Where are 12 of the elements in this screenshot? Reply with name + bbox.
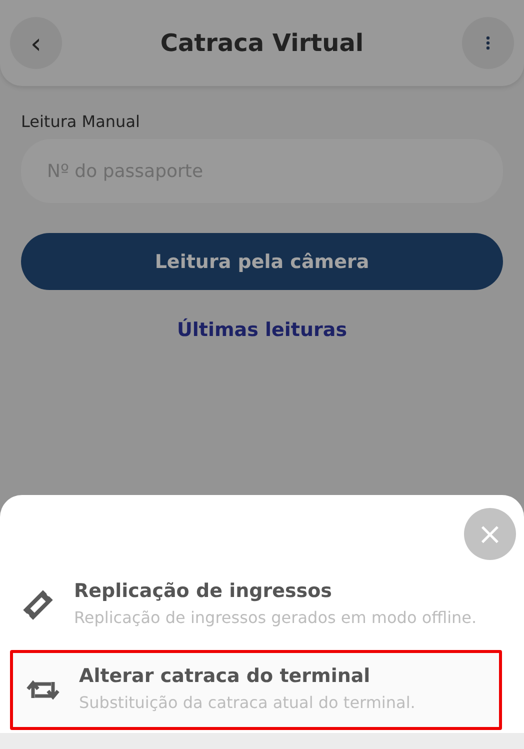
menu-item[interactable]: Replicação de ingressos Replicação de ingressos gerados em modo offline. bbox=[0, 560, 524, 648]
more-icon bbox=[486, 36, 490, 50]
screen-title: Catraca Virtual bbox=[160, 29, 364, 57]
item-title: Replicação de ingressos bbox=[74, 580, 333, 602]
field-label: Leitura Manual bbox=[21, 112, 141, 131]
back-button[interactable]: ‹ bbox=[10, 17, 62, 69]
item-description: Replicação de ingressos gerados em modo offline. bbox=[74, 607, 477, 629]
menu-item[interactable]: Alterar catraca do terminal Substituição da catraca atual do terminal. bbox=[10, 650, 502, 730]
item-description: Substituição da catraca atual do terminal. bbox=[79, 692, 416, 714]
recent-readings-link[interactable]: Últimas leituras bbox=[176, 319, 348, 341]
camera-reading-button[interactable]: Leitura pela câmera bbox=[21, 233, 503, 290]
item-title: Alterar catraca do terminal bbox=[79, 665, 372, 687]
